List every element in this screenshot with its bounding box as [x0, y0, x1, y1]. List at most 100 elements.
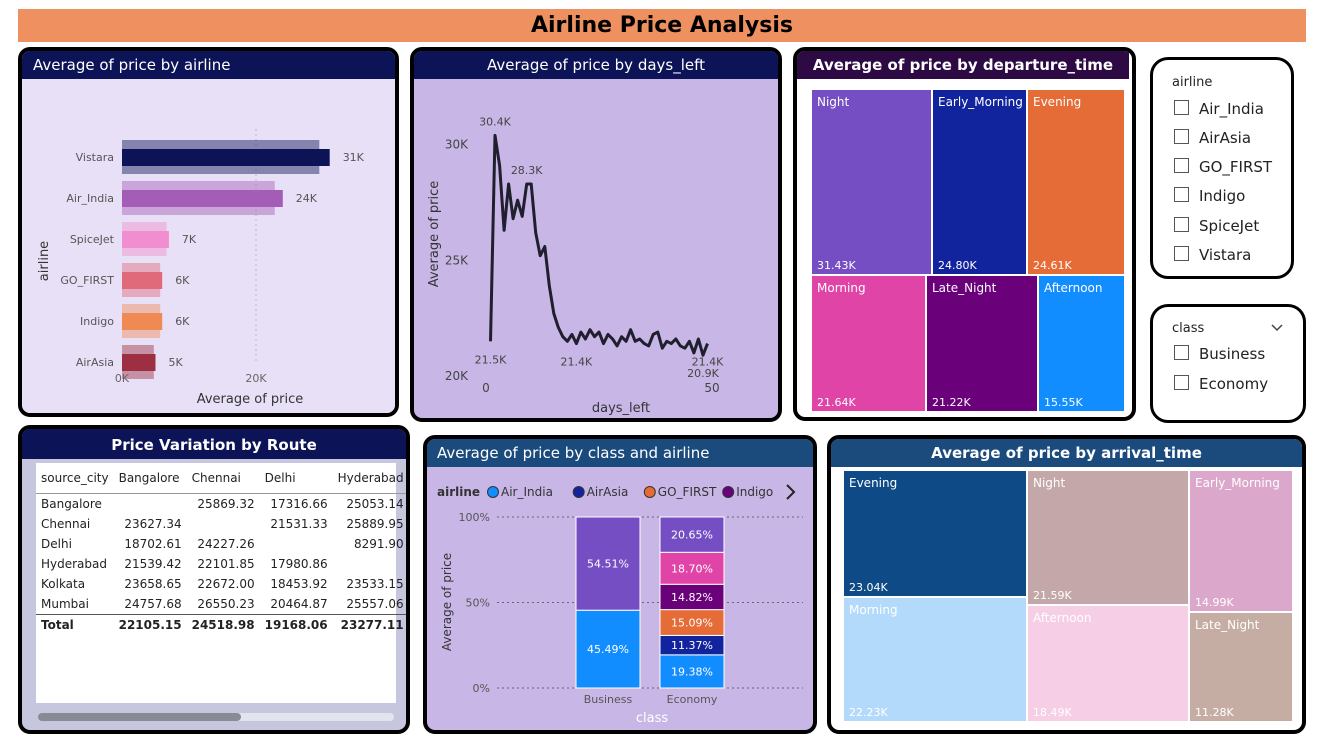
slicer-option-indigo[interactable]: Indigo	[1174, 187, 1245, 205]
data-label: 19.38%	[671, 665, 713, 678]
treemap-tile[interactable]: Morning 22.23K	[843, 597, 1027, 722]
treemap-tile[interactable]: Afternoon 18.49K	[1027, 605, 1189, 722]
tile-label: Night	[1033, 476, 1066, 490]
arrival-chart-title: Average of price by arrival_time	[831, 439, 1302, 467]
legend-marker	[572, 486, 585, 498]
legend-title: airline	[437, 485, 480, 499]
treemap-tile[interactable]: Night 21.59K	[1027, 470, 1189, 605]
table-row: Bangalore 25869.32 17316.66 25053.14	[41, 497, 404, 511]
column-header[interactable]: source_city	[36, 463, 114, 494]
class-airline-stacked-chart: airline Air_India AirAsia GO_FIRST Indigo 0% 5…	[437, 484, 803, 726]
tile-value: 24.80K	[938, 259, 977, 272]
table-row: Chennai 23627.34 21531.33 25889.95	[41, 517, 404, 531]
treemap-tile[interactable]: Evening 23.04K	[843, 470, 1027, 597]
checkbox[interactable]	[1174, 129, 1189, 144]
category-label: Indigo	[80, 315, 114, 328]
tile-label: Late_Night	[1195, 618, 1260, 632]
tile-value: 21.59K	[1033, 589, 1072, 602]
checkbox[interactable]	[1174, 158, 1189, 173]
checkbox[interactable]	[1174, 375, 1189, 390]
tile-label: Night	[817, 95, 850, 109]
table-total-row: Total 22105.15 24518.98 19168.06 23277.11	[36, 614, 406, 635]
tile-label: Afternoon	[1033, 611, 1092, 625]
column-header[interactable]: Hyderabad	[332, 463, 406, 494]
checkbox[interactable]	[1174, 246, 1189, 261]
data-label: 7K	[182, 233, 197, 246]
legend-marker	[643, 486, 656, 498]
class-slicer: class Business Economy	[1150, 304, 1306, 423]
x-tick-label: 50	[704, 381, 719, 395]
data-label: 31K	[343, 151, 365, 164]
data-label: 14.82%	[671, 591, 713, 604]
data-label: 45.49%	[587, 643, 629, 656]
legend-next-arrow	[786, 484, 796, 500]
airline-price-panel: Average of price by airline Vistara 31K Ai…	[18, 47, 399, 417]
column-header[interactable]: Chennai	[186, 463, 260, 494]
column-header[interactable]: Bangalore	[113, 463, 187, 494]
tile-label: Morning	[849, 603, 898, 617]
route-table-panel: Price Variation by Route source_city Ban…	[18, 425, 410, 734]
airline-slicer-title: airline	[1172, 75, 1213, 90]
treemap-tile[interactable]: Early_Morning 24.80K	[932, 89, 1027, 275]
table-row: Mumbai 24757.68 26550.23 20464.87 25557.06	[41, 597, 404, 611]
treemap-tile[interactable]: Early_Morning 14.99K	[1189, 470, 1293, 612]
data-label: 20.65%	[671, 529, 713, 542]
scrollbar-thumb[interactable]	[38, 713, 241, 721]
airline-bar-chart: Vistara 31K Air_India 24K SpiceJet 7K GO_FIRST…	[22, 79, 395, 413]
slicer-option-business[interactable]: Business	[1174, 345, 1265, 363]
treemap-tile[interactable]: Morning 21.64K	[811, 275, 926, 412]
y-tick-label: 50%	[466, 597, 490, 610]
tile-value: 11.28K	[1195, 706, 1234, 719]
days-chart-title: Average of price by days_left	[414, 51, 778, 79]
checkbox[interactable]	[1174, 100, 1189, 115]
tile-value: 14.99K	[1195, 596, 1234, 609]
slicer-option-economy[interactable]: Economy	[1174, 375, 1268, 393]
treemap-tile[interactable]: Evening 24.61K	[1027, 89, 1125, 275]
slicer-option-air-india[interactable]: Air_India	[1174, 100, 1264, 118]
y-axis-label: airline	[37, 241, 52, 281]
tile-label: Afternoon	[1044, 281, 1103, 295]
y-tick-label: 100%	[459, 511, 490, 524]
legend-label: Indigo	[736, 485, 773, 499]
legend-marker	[722, 486, 735, 498]
days-left-line-chart: 20K25K30K0 5021.5K30.4K28.3K21.4K20.9K21.…	[427, 115, 724, 416]
data-label: 11.37%	[671, 639, 713, 652]
treemap-tile[interactable]: Late_Night 11.28K	[1189, 612, 1293, 722]
slicer-option-airasia[interactable]: AirAsia	[1174, 129, 1251, 147]
tile-label: Late_Night	[932, 281, 997, 295]
arrival-treemap: Evening 23.04K Night 21.59K Early_Morning 14.…	[843, 470, 1293, 722]
legend-label: AirAsia	[587, 485, 629, 499]
chevron-down-icon[interactable]	[1270, 323, 1284, 333]
legend-marker	[487, 486, 499, 498]
tile-label: Morning	[817, 281, 866, 295]
tile-label: Early_Morning	[938, 95, 1023, 109]
treemap-tile[interactable]: Night 31.43K	[811, 89, 932, 275]
x-axis-label: Average of price	[197, 392, 304, 407]
slicer-option-go-first[interactable]: GO_FIRST	[1174, 158, 1272, 176]
category-label: Business	[584, 693, 633, 706]
column-header[interactable]: Delhi	[259, 463, 333, 494]
tile-value: 21.22K	[932, 396, 971, 409]
table-header-row: source_city Bangalore Chennai Delhi Hyde…	[36, 463, 406, 494]
legend-label: Air_India	[501, 485, 553, 499]
days-left-panel: Average of price by days_left 20K 25K 30K 0…	[410, 47, 782, 422]
checkbox[interactable]	[1174, 187, 1189, 202]
route-table-body: source_city Bangalore Chennai Delhi Hyde…	[36, 463, 406, 703]
slicer-option-vistara[interactable]: Vistara	[1174, 246, 1251, 264]
airline-chart-title: Average of price by airline	[22, 51, 395, 79]
checkbox[interactable]	[1174, 345, 1189, 360]
table-row: Delhi 18702.61 24227.26 8291.90	[41, 537, 404, 551]
horizontal-scrollbar[interactable]	[38, 713, 394, 721]
class-chart-title: Average of price by class and airline	[427, 439, 813, 467]
y-axis-label: Average of price	[440, 553, 454, 651]
tile-value: 15.55K	[1044, 396, 1083, 409]
class-airline-panel: Average of price by class and airline ai…	[423, 435, 817, 734]
tile-label: Early_Morning	[1195, 476, 1280, 490]
slicer-option-spicejet[interactable]: SpiceJet	[1174, 217, 1259, 235]
treemap-tile[interactable]: Late_Night 21.22K	[926, 275, 1038, 412]
treemap-tile[interactable]: Afternoon 15.55K	[1038, 275, 1125, 412]
checkbox[interactable]	[1174, 217, 1189, 232]
data-label: 21.4K	[561, 356, 593, 369]
data-label: 21.4K	[692, 356, 724, 369]
tile-label: Evening	[849, 476, 898, 490]
